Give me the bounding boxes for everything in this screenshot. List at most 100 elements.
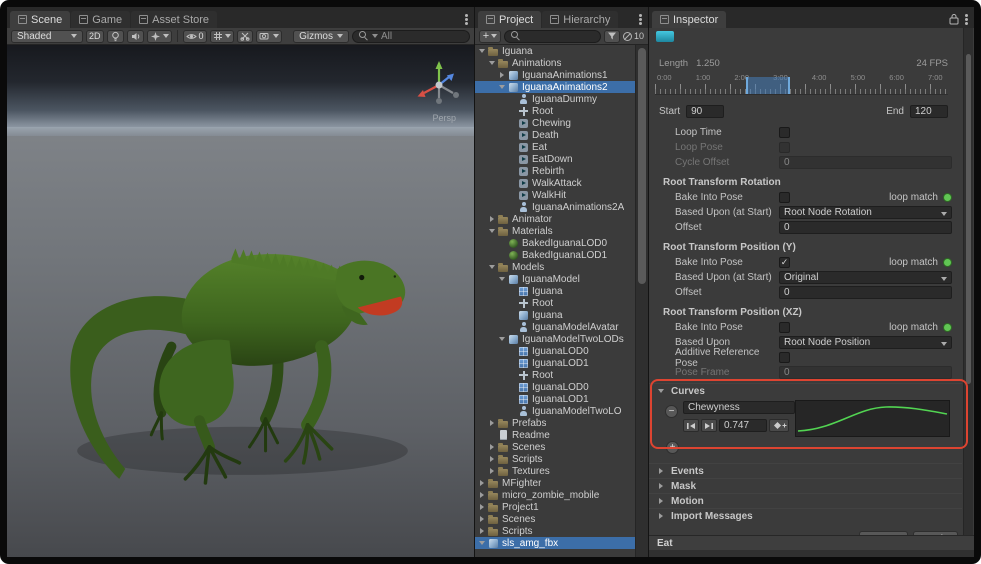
inspector-scrollbar[interactable] bbox=[963, 28, 973, 535]
curve-name-field[interactable]: Chewyness bbox=[683, 401, 795, 414]
project-scrollbar[interactable] bbox=[635, 45, 648, 557]
next-key-button[interactable] bbox=[701, 419, 717, 432]
lighting-toggle[interactable] bbox=[107, 30, 124, 43]
tree-item-iguanaanimations2a[interactable]: IguanaAnimations2A bbox=[475, 201, 635, 213]
gizmos-dropdown[interactable]: Gizmos bbox=[293, 30, 349, 43]
tab-game[interactable]: Game bbox=[71, 11, 130, 28]
tree-item-iguanamodeltwolo[interactable]: IguanaModelTwoLO bbox=[475, 405, 635, 417]
project-scrollbar-thumb[interactable] bbox=[638, 48, 646, 284]
expander-open-icon[interactable] bbox=[497, 85, 507, 89]
curve-preview[interactable] bbox=[795, 400, 950, 437]
tree-item-micro-zombie-mobile[interactable]: micro_zombie_mobile bbox=[475, 489, 635, 501]
project-panel-menu-icon[interactable] bbox=[639, 13, 642, 25]
tree-item-iguanalod1[interactable]: IguanaLOD1 bbox=[475, 357, 635, 369]
expander-closed-icon[interactable] bbox=[477, 528, 487, 534]
scene-visibility-toggle[interactable]: 0 bbox=[183, 30, 207, 43]
expander-closed-icon[interactable] bbox=[487, 444, 497, 450]
tree-item-scripts[interactable]: Scripts bbox=[475, 525, 635, 537]
effects-dropdown[interactable] bbox=[147, 30, 172, 43]
hidden-count-badge[interactable]: 10 bbox=[623, 31, 644, 41]
grid-dropdown[interactable] bbox=[210, 30, 234, 43]
dropdown[interactable]: Root Node Position bbox=[779, 336, 952, 349]
remove-curve-button[interactable]: − bbox=[665, 405, 678, 418]
expander-open-icon[interactable] bbox=[487, 265, 497, 269]
inspector-scrollbar-thumb[interactable] bbox=[966, 54, 971, 384]
clip-timeline-ruler[interactable]: 0:001:002:003:004:005:006:007:00 bbox=[655, 73, 948, 95]
audio-toggle[interactable] bbox=[127, 30, 144, 43]
checkbox-checked[interactable]: ✓ bbox=[779, 257, 790, 268]
expander-open-icon[interactable] bbox=[497, 337, 507, 341]
tree-item-scripts[interactable]: Scripts bbox=[475, 453, 635, 465]
tree-item-iguanamodel[interactable]: IguanaModel bbox=[475, 273, 635, 285]
tree-item-eat[interactable]: Eat bbox=[475, 141, 635, 153]
expander-closed-icon[interactable] bbox=[477, 480, 487, 486]
camera-view-dropdown[interactable] bbox=[256, 30, 282, 43]
expander-closed-icon[interactable] bbox=[497, 72, 507, 78]
curves-foldout[interactable]: Curves bbox=[649, 383, 962, 398]
value-field[interactable]: 0 bbox=[779, 286, 952, 299]
expander-open-icon[interactable] bbox=[477, 49, 487, 53]
foldout-motion[interactable]: Motion bbox=[649, 493, 962, 508]
expander-open-icon[interactable] bbox=[497, 277, 507, 281]
tree-item-death[interactable]: Death bbox=[475, 129, 635, 141]
expander-open-icon[interactable] bbox=[487, 61, 497, 65]
checkbox-unchecked[interactable] bbox=[779, 127, 790, 138]
cut-tool-button[interactable] bbox=[237, 30, 253, 43]
expander-open-icon[interactable] bbox=[487, 229, 497, 233]
tree-item-textures[interactable]: Textures bbox=[475, 465, 635, 477]
tab-asset-store[interactable]: Asset Store bbox=[131, 11, 217, 28]
project-search-input[interactable] bbox=[504, 30, 601, 43]
foldout-import-messages[interactable]: Import Messages bbox=[649, 508, 962, 523]
tree-item-iguana[interactable]: Iguana bbox=[475, 285, 635, 297]
tree-item-walkhit[interactable]: WalkHit bbox=[475, 189, 635, 201]
curve-value-field[interactable]: 0.747 bbox=[719, 419, 767, 432]
tree-item-chewing[interactable]: Chewing bbox=[475, 117, 635, 129]
create-asset-button[interactable]: + bbox=[479, 30, 501, 43]
tree-item-materials[interactable]: Materials bbox=[475, 225, 635, 237]
tree-item-mfighter[interactable]: MFighter bbox=[475, 477, 635, 489]
expander-open-icon[interactable] bbox=[477, 541, 487, 545]
tree-item-rebirth[interactable]: Rebirth bbox=[475, 165, 635, 177]
tree-item-iguanalod1[interactable]: IguanaLOD1 bbox=[475, 393, 635, 405]
expander-closed-icon[interactable] bbox=[487, 420, 497, 426]
checkbox-unchecked[interactable] bbox=[779, 192, 790, 203]
value-field[interactable]: 0 bbox=[779, 366, 952, 379]
scene-viewport[interactable]: Persp bbox=[7, 45, 474, 557]
tree-item-iguanalod0[interactable]: IguanaLOD0 bbox=[475, 345, 635, 357]
expander-closed-icon[interactable] bbox=[487, 456, 497, 462]
foldout-mask[interactable]: Mask bbox=[649, 478, 962, 493]
tree-item-eatdown[interactable]: EatDown bbox=[475, 153, 635, 165]
clip-range-band[interactable] bbox=[746, 77, 790, 94]
tree-item-iguanalod0[interactable]: IguanaLOD0 bbox=[475, 381, 635, 393]
start-field[interactable]: 90 bbox=[686, 105, 724, 118]
tree-item-scenes[interactable]: Scenes bbox=[475, 513, 635, 525]
scene-search-input[interactable]: All bbox=[352, 30, 470, 43]
expander-closed-icon[interactable] bbox=[477, 516, 487, 522]
preview-header[interactable]: Eat bbox=[649, 535, 974, 550]
tree-item-sls-amg-fbx[interactable]: sls_amg_fbx bbox=[475, 537, 635, 549]
tree-item-prefabs[interactable]: Prefabs bbox=[475, 417, 635, 429]
tree-item-iguana[interactable]: Iguana bbox=[475, 309, 635, 321]
tab-scene[interactable]: Scene bbox=[10, 11, 70, 28]
add-curve-button[interactable]: + bbox=[666, 441, 679, 454]
expander-closed-icon[interactable] bbox=[487, 468, 497, 474]
tree-item-iguana[interactable]: Iguana bbox=[475, 45, 635, 57]
tree-item-iguanamodelavatar[interactable]: IguanaModelAvatar bbox=[475, 321, 635, 333]
tree-item-iguanaanimations2[interactable]: IguanaAnimations2 bbox=[475, 81, 635, 93]
value-field[interactable]: 0 bbox=[779, 221, 952, 234]
tree-item-models[interactable]: Models bbox=[475, 261, 635, 273]
tree-item-animations[interactable]: Animations bbox=[475, 57, 635, 69]
search-by-type-button[interactable] bbox=[604, 30, 620, 43]
prev-key-button[interactable] bbox=[683, 419, 699, 432]
tree-item-root[interactable]: Root bbox=[475, 369, 635, 381]
tree-item-root[interactable]: Root bbox=[475, 105, 635, 117]
end-field[interactable]: 120 bbox=[910, 105, 948, 118]
expander-closed-icon[interactable] bbox=[477, 492, 487, 498]
inspector-panel-menu-icon[interactable] bbox=[965, 13, 968, 25]
2d-toggle[interactable]: 2D bbox=[86, 30, 104, 43]
tree-item-iguanaanimations1[interactable]: IguanaAnimations1 bbox=[475, 69, 635, 81]
shading-mode-dropdown[interactable]: Shaded bbox=[11, 30, 83, 43]
add-key-button[interactable] bbox=[769, 419, 789, 432]
tree-item-project1[interactable]: Project1 bbox=[475, 501, 635, 513]
tree-item-animator[interactable]: Animator bbox=[475, 213, 635, 225]
